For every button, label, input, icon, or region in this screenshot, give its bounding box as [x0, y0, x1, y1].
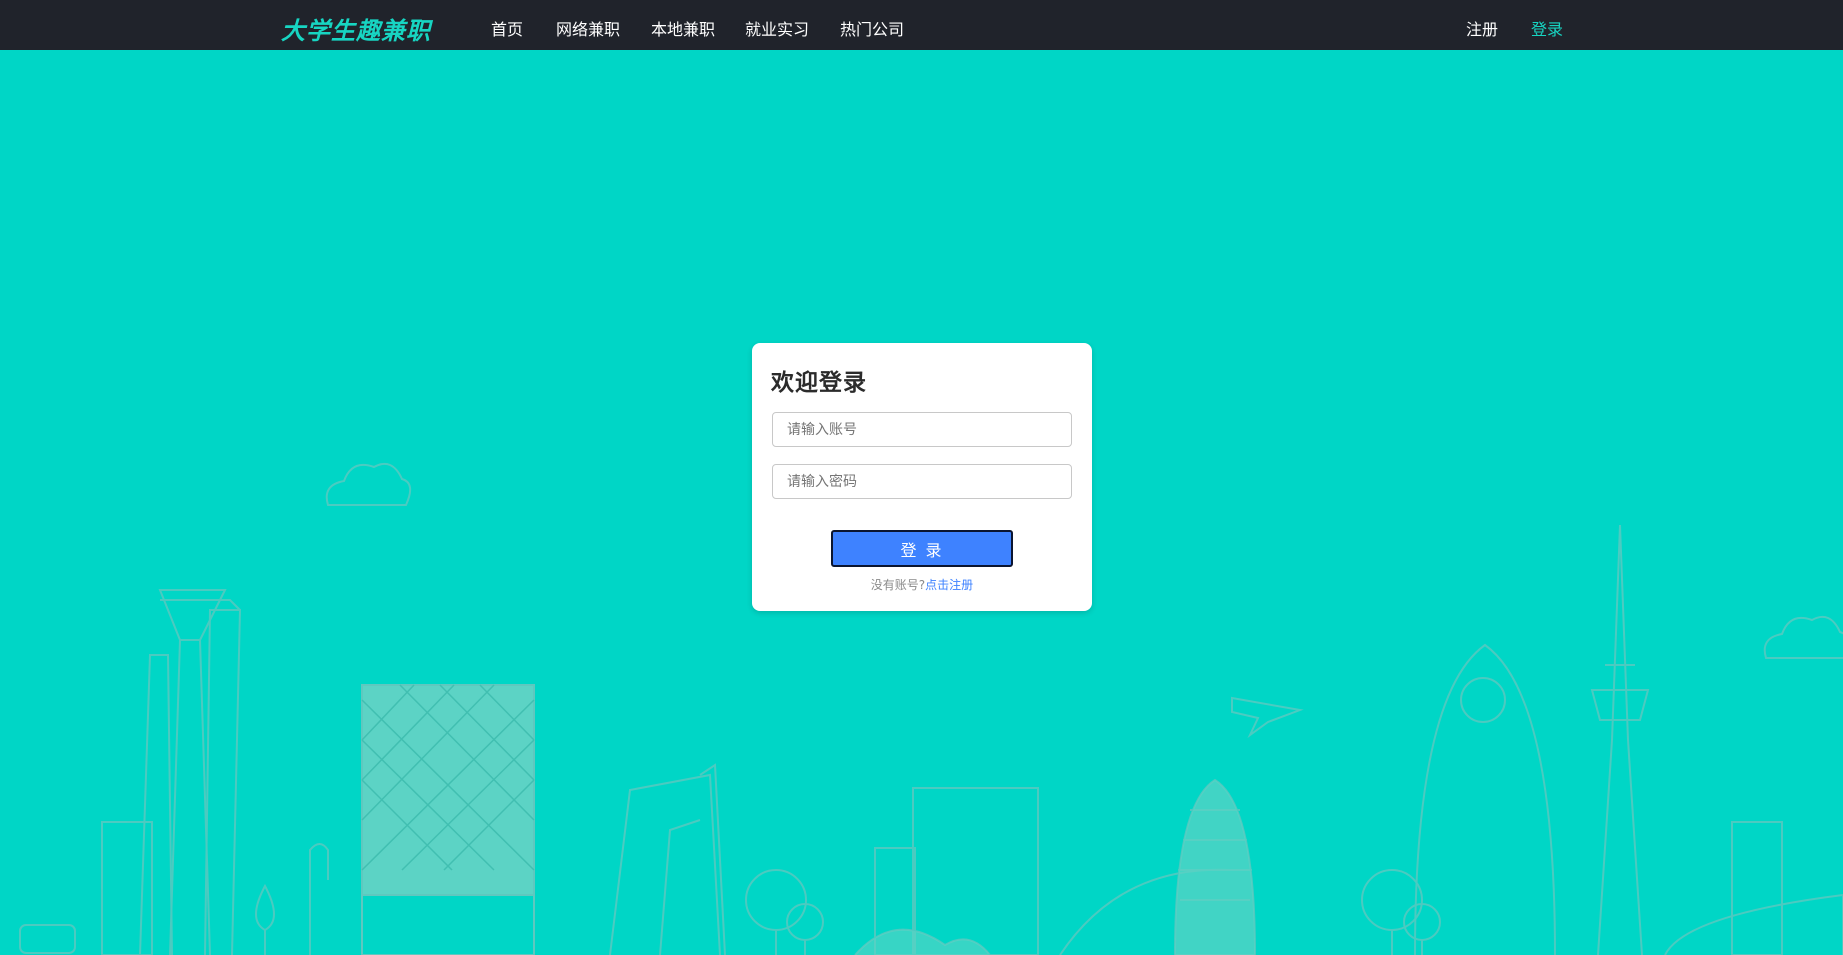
click-register-link[interactable]: 点击注册 — [925, 578, 973, 592]
nav-item-internship[interactable]: 就业实习 — [745, 16, 809, 40]
site-logo[interactable]: 大学生趣兼职 — [281, 11, 431, 46]
no-account-text: 没有账号? — [870, 578, 926, 592]
password-input[interactable] — [772, 464, 1072, 499]
login-link[interactable]: 登录 — [1531, 16, 1563, 40]
top-navigation-bar: 大学生趣兼职 首页 网络兼职 本地兼职 就业实习 热门公司 注册 登录 — [0, 0, 1843, 50]
login-submit-button[interactable]: 登 录 — [831, 530, 1013, 567]
register-link[interactable]: 注册 — [1466, 16, 1498, 40]
register-hint: 没有账号?点击注册 — [752, 576, 1092, 593]
nav-item-popular-companies[interactable]: 热门公司 — [840, 16, 904, 40]
account-input[interactable] — [772, 412, 1072, 447]
login-card: 欢迎登录 登 录 没有账号?点击注册 — [752, 343, 1092, 611]
nav-item-home[interactable]: 首页 — [491, 16, 523, 40]
nav-item-local-parttime[interactable]: 本地兼职 — [651, 16, 715, 40]
login-title: 欢迎登录 — [771, 370, 867, 396]
nav-item-online-parttime[interactable]: 网络兼职 — [556, 16, 620, 40]
